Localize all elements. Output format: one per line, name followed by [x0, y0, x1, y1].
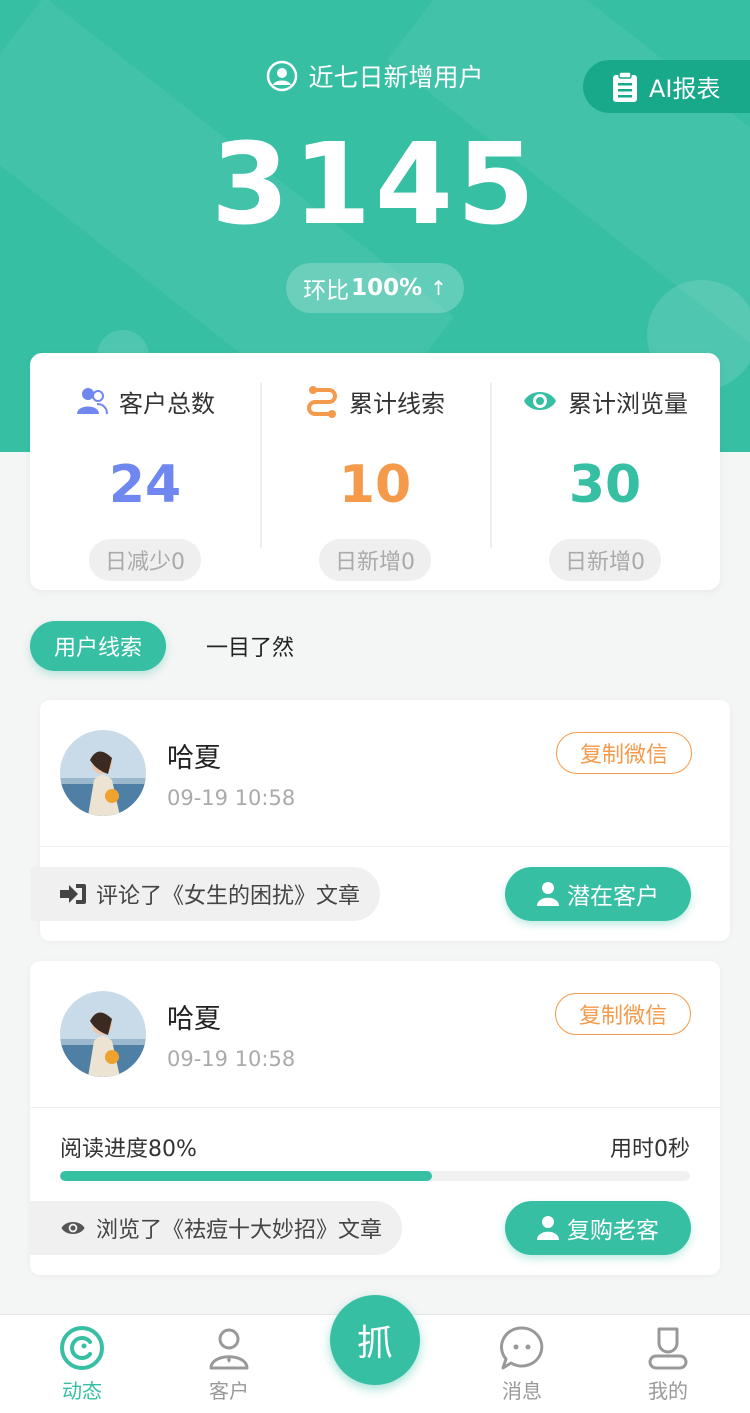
- nav-item-message[interactable]: 消息: [472, 1325, 572, 1404]
- clipboard-icon: [613, 70, 637, 102]
- copy-wechat-button[interactable]: 复制微信: [556, 732, 692, 774]
- arrow-up-icon: ↑: [430, 276, 447, 300]
- user-circle-icon: [267, 60, 298, 92]
- dynamic-icon: [60, 1326, 104, 1370]
- lead-name: 哈夏: [167, 743, 221, 774]
- person-icon: [537, 1216, 559, 1240]
- reading-progress-bar: [60, 1171, 690, 1181]
- ratio-badge: 环比 100% ↑: [286, 263, 464, 313]
- reading-duration: 用时0秒: [610, 1137, 690, 1162]
- lead-action-text: 浏览了《祛痘十大妙招》文章: [96, 1218, 383, 1243]
- nav-item-dynamic[interactable]: 动态: [32, 1325, 132, 1404]
- nav-item-profile[interactable]: 我的: [618, 1325, 718, 1404]
- lead-card[interactable]: 哈夏 09-19 10:58 复制微信 阅读进度80% 用时0秒 浏览了《祛痘十…: [30, 961, 720, 1275]
- nav-label: 消息: [502, 1379, 542, 1403]
- tag-label: 潜在客户: [567, 884, 659, 910]
- stat-label: 累计线索: [349, 389, 445, 418]
- divider: [30, 1107, 720, 1108]
- reading-progress-fill: [60, 1171, 432, 1181]
- tag-label: 复购老客: [567, 1218, 659, 1244]
- avatar: [60, 991, 146, 1077]
- nav-label: 客户: [209, 1379, 249, 1403]
- stat-sub: 日减少0: [89, 539, 201, 581]
- grab-button[interactable]: 抓: [330, 1295, 420, 1385]
- stat-total-views[interactable]: 累计浏览量 30 日新增0: [490, 353, 720, 590]
- tab-overview[interactable]: 一目了然: [206, 630, 294, 662]
- copy-wechat-button[interactable]: 复制微信: [555, 993, 691, 1035]
- person-icon: [537, 882, 559, 906]
- message-icon: [500, 1326, 544, 1370]
- eye-icon: [524, 392, 556, 410]
- tab-user-leads[interactable]: 用户线索: [30, 621, 166, 671]
- ratio-value: 100%: [351, 275, 423, 301]
- stat-total-leads[interactable]: 累计线索 10 日新增0: [260, 353, 490, 590]
- tag-potential-customer-button[interactable]: 潜在客户: [505, 867, 691, 921]
- route-icon: [307, 386, 337, 418]
- nav-item-customer[interactable]: 客户: [179, 1325, 279, 1404]
- lead-card[interactable]: 哈夏 09-19 10:58 复制微信 评论了《女生的困扰》文章 潜在客户: [30, 700, 730, 941]
- sign-in-icon: [60, 884, 86, 904]
- stat-sub: 日新增0: [319, 539, 431, 581]
- nav-label: 动态: [62, 1379, 102, 1403]
- ai-report-button[interactable]: AI报表: [583, 60, 750, 113]
- new-users-total: 3145: [211, 120, 539, 250]
- lead-action: 浏览了《祛痘十大妙招》文章: [30, 1201, 403, 1255]
- ai-report-label: AI报表: [649, 75, 721, 103]
- stats-card: 客户总数 24 日减少0 累计线索 10 日新增0 累计浏览量 30 日新增0: [30, 353, 720, 590]
- header-title-text: 近七日新增用户: [308, 63, 484, 92]
- stat-total-customers[interactable]: 客户总数 24 日减少0: [30, 353, 260, 590]
- lead-tabs: 用户线索 一目了然: [30, 621, 294, 671]
- stat-sub: 日新增0: [549, 539, 661, 581]
- avatar: [60, 730, 146, 816]
- lead-time: 09-19 10:58: [167, 786, 296, 810]
- lead-action: 评论了《女生的困扰》文章: [30, 867, 381, 921]
- lead-time: 09-19 10:58: [167, 1047, 296, 1071]
- tag-repeat-customer-button[interactable]: 复购老客: [505, 1201, 691, 1255]
- stat-label: 累计浏览量: [568, 389, 688, 418]
- ratio-label: 环比: [303, 278, 350, 304]
- reading-progress-label: 阅读进度80%: [60, 1137, 197, 1162]
- customer-icon: [209, 1328, 249, 1370]
- stat-value: 30: [568, 455, 642, 515]
- profile-icon: [648, 1327, 688, 1370]
- users-icon: [77, 388, 108, 415]
- lead-name: 哈夏: [167, 1004, 221, 1035]
- divider: [40, 846, 730, 847]
- eye-icon: [61, 1222, 85, 1234]
- lead-action-text: 评论了《女生的困扰》文章: [96, 884, 361, 909]
- stat-value: 10: [338, 455, 412, 515]
- stat-value: 24: [108, 455, 182, 515]
- nav-label: 我的: [648, 1379, 688, 1403]
- stat-label: 客户总数: [119, 389, 215, 418]
